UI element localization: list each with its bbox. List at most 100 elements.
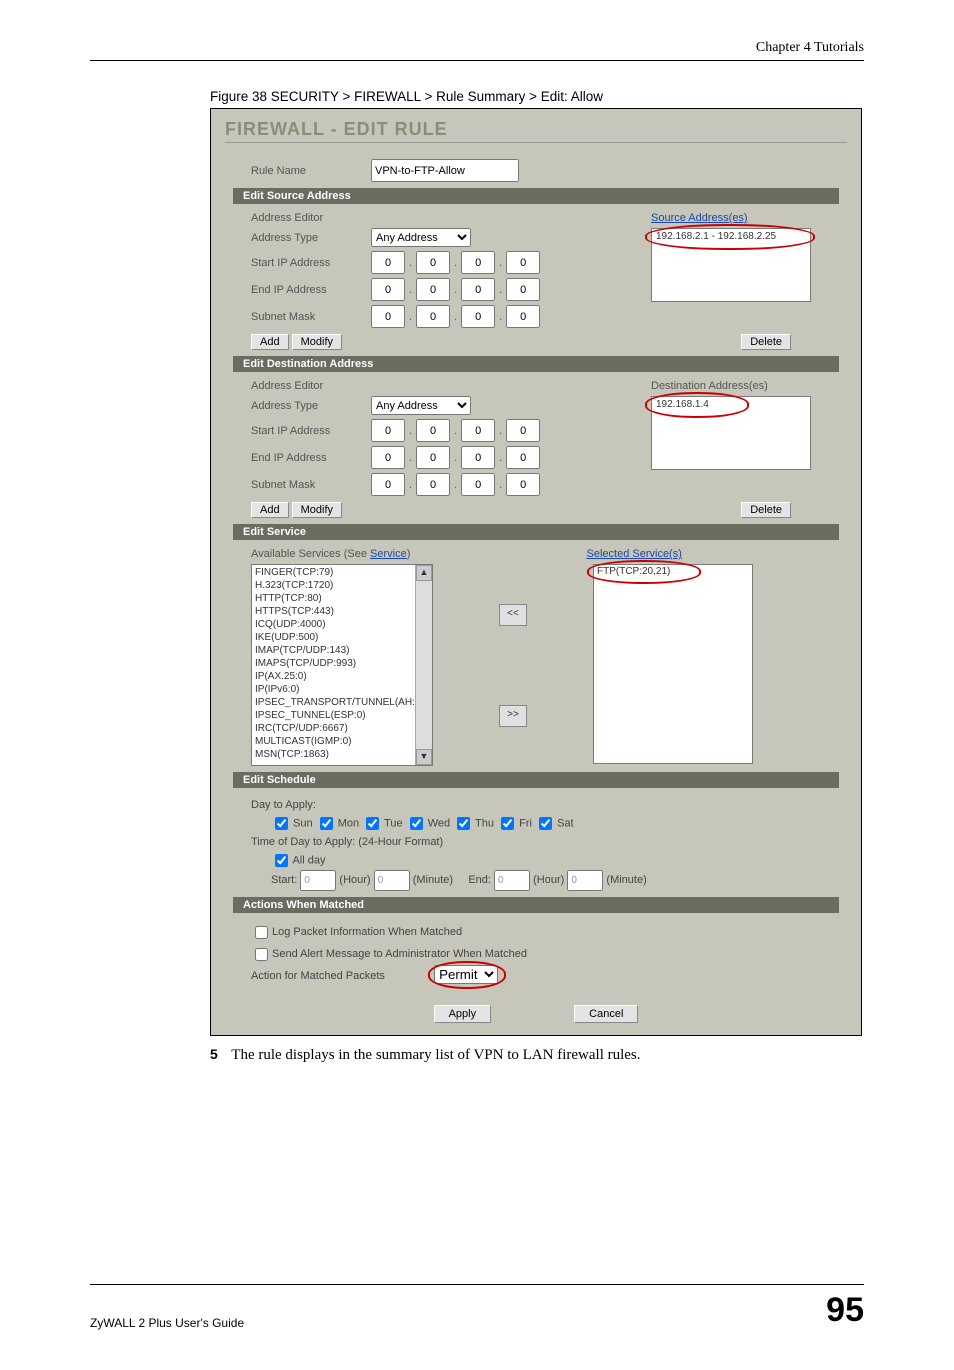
apply-button[interactable]: Apply [434,1005,492,1023]
available-service-item[interactable]: IMAP(TCP/UDP:143) [255,644,429,657]
ip-octet[interactable] [506,419,540,442]
available-service-item[interactable]: HTTPS(TCP:443) [255,605,429,618]
ip-octet[interactable] [461,278,495,301]
ip-octet[interactable] [371,419,405,442]
section-edit-schedule: Edit Schedule [233,772,839,788]
day-checkbox[interactable] [366,817,379,830]
src-end-ip: . . . [371,278,540,301]
day-checkbox[interactable] [501,817,514,830]
src-mask-label: Subnet Mask [251,311,371,323]
src-add-button[interactable]: Add [251,334,289,350]
selected-services-list[interactable]: FTP(TCP:20,21) [593,564,753,764]
ip-octet[interactable] [416,251,450,274]
alert-checkbox[interactable] [255,948,268,961]
ip-octet[interactable] [461,473,495,496]
day-checkbox[interactable] [410,817,423,830]
ip-octet[interactable] [506,278,540,301]
chapter-header: Chapter 4 Tutorials [90,40,864,56]
dst-modify-button[interactable]: Modify [292,502,342,518]
ip-octet[interactable] [416,446,450,469]
ip-octet[interactable] [506,305,540,328]
day-label: Thu [472,817,497,829]
available-service-item[interactable]: IPSEC_TRANSPORT/TUNNEL(AH:0) [255,696,429,709]
src-editor-label: Address Editor [251,212,371,224]
available-service-item[interactable]: IKE(UDP:500) [255,631,429,644]
rule-name-label: Rule Name [251,165,371,177]
available-service-item[interactable]: MULTICAST(IGMP:0) [255,735,429,748]
section-actions-matched: Actions When Matched [233,897,839,913]
log-checkbox[interactable] [255,926,268,939]
hour-label: (Hour) [339,874,370,886]
all-day-checkbox[interactable] [275,854,288,867]
src-start-label: Start IP Address [251,257,371,269]
move-left-button[interactable]: << [499,604,527,626]
end-label: End: [468,874,491,886]
dest-address-list[interactable]: 192.168.1.4 [651,396,811,470]
rule-name-input[interactable] [371,159,519,182]
ip-octet[interactable] [461,419,495,442]
dst-mask-label: Subnet Mask [251,479,371,491]
source-address-list[interactable]: 192.168.2.1 - 192.168.2.25 [651,228,811,302]
ip-octet[interactable] [371,473,405,496]
dst-delete-button[interactable]: Delete [741,502,791,518]
day-checkbox[interactable] [539,817,552,830]
end-minute-input[interactable] [567,870,603,891]
start-hour-input[interactable] [300,870,336,891]
available-services-list[interactable]: FINGER(TCP:79)H.323(TCP:1720)HTTP(TCP:80… [251,564,433,766]
ip-octet[interactable] [506,446,540,469]
src-modify-button[interactable]: Modify [292,334,342,350]
dst-add-button[interactable]: Add [251,502,289,518]
ip-octet[interactable] [371,446,405,469]
dst-type-select[interactable]: Any Address [371,396,471,415]
available-service-item[interactable]: FINGER(TCP:79) [255,566,429,579]
firewall-edit-rule-screenshot: FIREWALL - EDIT RULE Rule Name Edit Sour… [210,108,862,1036]
page-number: 95 [826,1291,864,1330]
available-service-item[interactable]: IRC(TCP/UDP:6667) [255,722,429,735]
day-checkbox[interactable] [320,817,333,830]
start-minute-input[interactable] [374,870,410,891]
ip-octet[interactable] [461,305,495,328]
available-service-item[interactable]: H.323(TCP:1720) [255,579,429,592]
scroll-up-icon[interactable]: ▲ [416,565,432,581]
action-select[interactable]: Permit [434,965,498,984]
available-service-item[interactable]: IP(AX.25:0) [255,670,429,683]
day-checkbox[interactable] [275,817,288,830]
src-end-label: End IP Address [251,284,371,296]
page-title: FIREWALL - EDIT RULE [211,109,861,145]
dst-start-ip: . . . [371,419,540,442]
cancel-button[interactable]: Cancel [574,1005,638,1023]
ip-octet[interactable] [506,251,540,274]
day-label: Wed [425,817,454,829]
step-text: 5 The rule displays in the summary list … [210,1046,864,1064]
available-service-item[interactable]: IP(IPv6:0) [255,683,429,696]
ip-octet[interactable] [371,251,405,274]
end-hour-input[interactable] [494,870,530,891]
ip-octet[interactable] [416,473,450,496]
day-label: Fri [516,817,535,829]
ip-octet[interactable] [416,278,450,301]
source-addresses-heading: Source Address(es) [651,212,831,224]
service-link[interactable]: Service [370,548,407,560]
available-service-item[interactable]: ICQ(UDP:4000) [255,618,429,631]
ip-octet[interactable] [506,473,540,496]
available-service-item[interactable]: MSN(TCP:1863) [255,748,429,761]
dst-type-label: Address Type [251,400,371,412]
ip-octet[interactable] [461,446,495,469]
src-type-select[interactable]: Any Address [371,228,471,247]
available-service-item[interactable]: IMAPS(TCP/UDP:993) [255,657,429,670]
move-right-button[interactable]: >> [499,705,527,727]
day-checkbox[interactable] [457,817,470,830]
ip-octet[interactable] [371,278,405,301]
scroll-down-icon[interactable]: ▼ [416,749,432,765]
ip-octet[interactable] [371,305,405,328]
available-service-item[interactable]: IPSEC_TUNNEL(ESP:0) [255,709,429,722]
ip-octet[interactable] [416,419,450,442]
ip-octet[interactable] [461,251,495,274]
section-edit-dest: Edit Destination Address [233,356,839,372]
ip-octet[interactable] [416,305,450,328]
minute-label: (Minute) [606,874,646,886]
scrollbar[interactable]: ▲ ▼ [415,565,432,765]
source-address-item: 192.168.2.1 - 192.168.2.25 [656,231,776,242]
available-service-item[interactable]: HTTP(TCP:80) [255,592,429,605]
src-delete-button[interactable]: Delete [741,334,791,350]
